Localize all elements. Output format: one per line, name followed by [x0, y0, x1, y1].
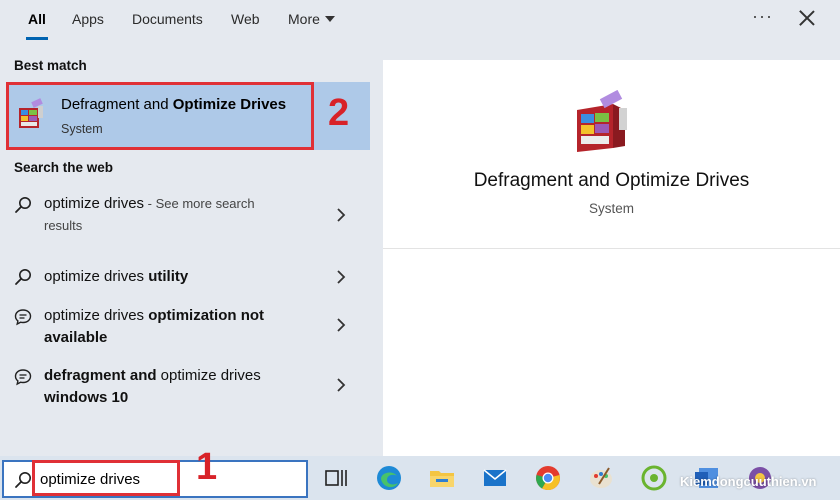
tab-documents[interactable]: Documents: [132, 0, 203, 40]
search-icon: [15, 269, 31, 285]
preview-title: Defragment and Optimize Drives: [473, 170, 750, 191]
chevron-right-icon: [337, 318, 346, 332]
annotation-number-2: 2: [328, 92, 350, 134]
chevron-right-icon: [337, 378, 346, 392]
web-result-item[interactable]: optimize drives optimization not availab…: [0, 302, 372, 352]
web-result-text: optimize drives optimization not availab…: [44, 307, 265, 346]
edge-browser-icon[interactable]: [375, 464, 403, 492]
search-web-heading: Search the web: [14, 160, 114, 175]
web-result-text: optimize drives - See more search result…: [44, 195, 255, 233]
results-list: Best match Defragment and Optimize Drive…: [0, 40, 372, 456]
tab-more[interactable]: More: [288, 0, 335, 40]
annotation-box-best-match: [6, 82, 314, 150]
watermark-text: Kiemdongcuuthien.vn: [680, 474, 817, 489]
chat-bubble-icon: [14, 309, 32, 326]
paint-app-icon[interactable]: [587, 464, 615, 492]
web-result-item[interactable]: defragment and optimize drives windows 1…: [0, 362, 372, 412]
close-icon[interactable]: [796, 7, 818, 29]
green-app-icon[interactable]: [640, 464, 668, 492]
tab-all[interactable]: All: [26, 0, 48, 40]
preview-subtitle: System: [588, 201, 634, 216]
web-result-item[interactable]: optimize drives utility: [0, 262, 372, 292]
mail-icon[interactable]: [481, 464, 509, 492]
chat-bubble-icon: [14, 369, 32, 386]
task-view-icon[interactable]: [322, 464, 350, 492]
preview-divider: [383, 248, 840, 249]
search-icon: [15, 197, 31, 213]
chrome-browser-icon[interactable]: [534, 464, 562, 492]
defrag-app-large-icon: [577, 90, 627, 152]
tab-web[interactable]: Web: [231, 0, 260, 40]
chevron-down-icon: [324, 16, 335, 22]
web-result-text: optimize drives utility: [44, 268, 189, 285]
search-icon: [15, 472, 31, 488]
more-options-icon[interactable]: ···: [752, 6, 773, 27]
chevron-right-icon: [337, 270, 346, 284]
search-tabs-bar: All Apps Documents Web More ···: [0, 0, 840, 40]
best-match-heading: Best match: [14, 58, 87, 73]
chevron-right-icon: [337, 208, 346, 222]
preview-pane: Defragment and Optimize Drives System: [383, 60, 840, 456]
web-result-item[interactable]: optimize drives - See more search result…: [0, 190, 372, 248]
annotation-box-search: [32, 460, 180, 496]
file-explorer-icon[interactable]: [428, 464, 456, 492]
tab-apps[interactable]: Apps: [72, 0, 104, 40]
web-result-text: defragment and optimize drives windows 1…: [44, 367, 261, 406]
annotation-number-1: 1: [196, 446, 218, 488]
